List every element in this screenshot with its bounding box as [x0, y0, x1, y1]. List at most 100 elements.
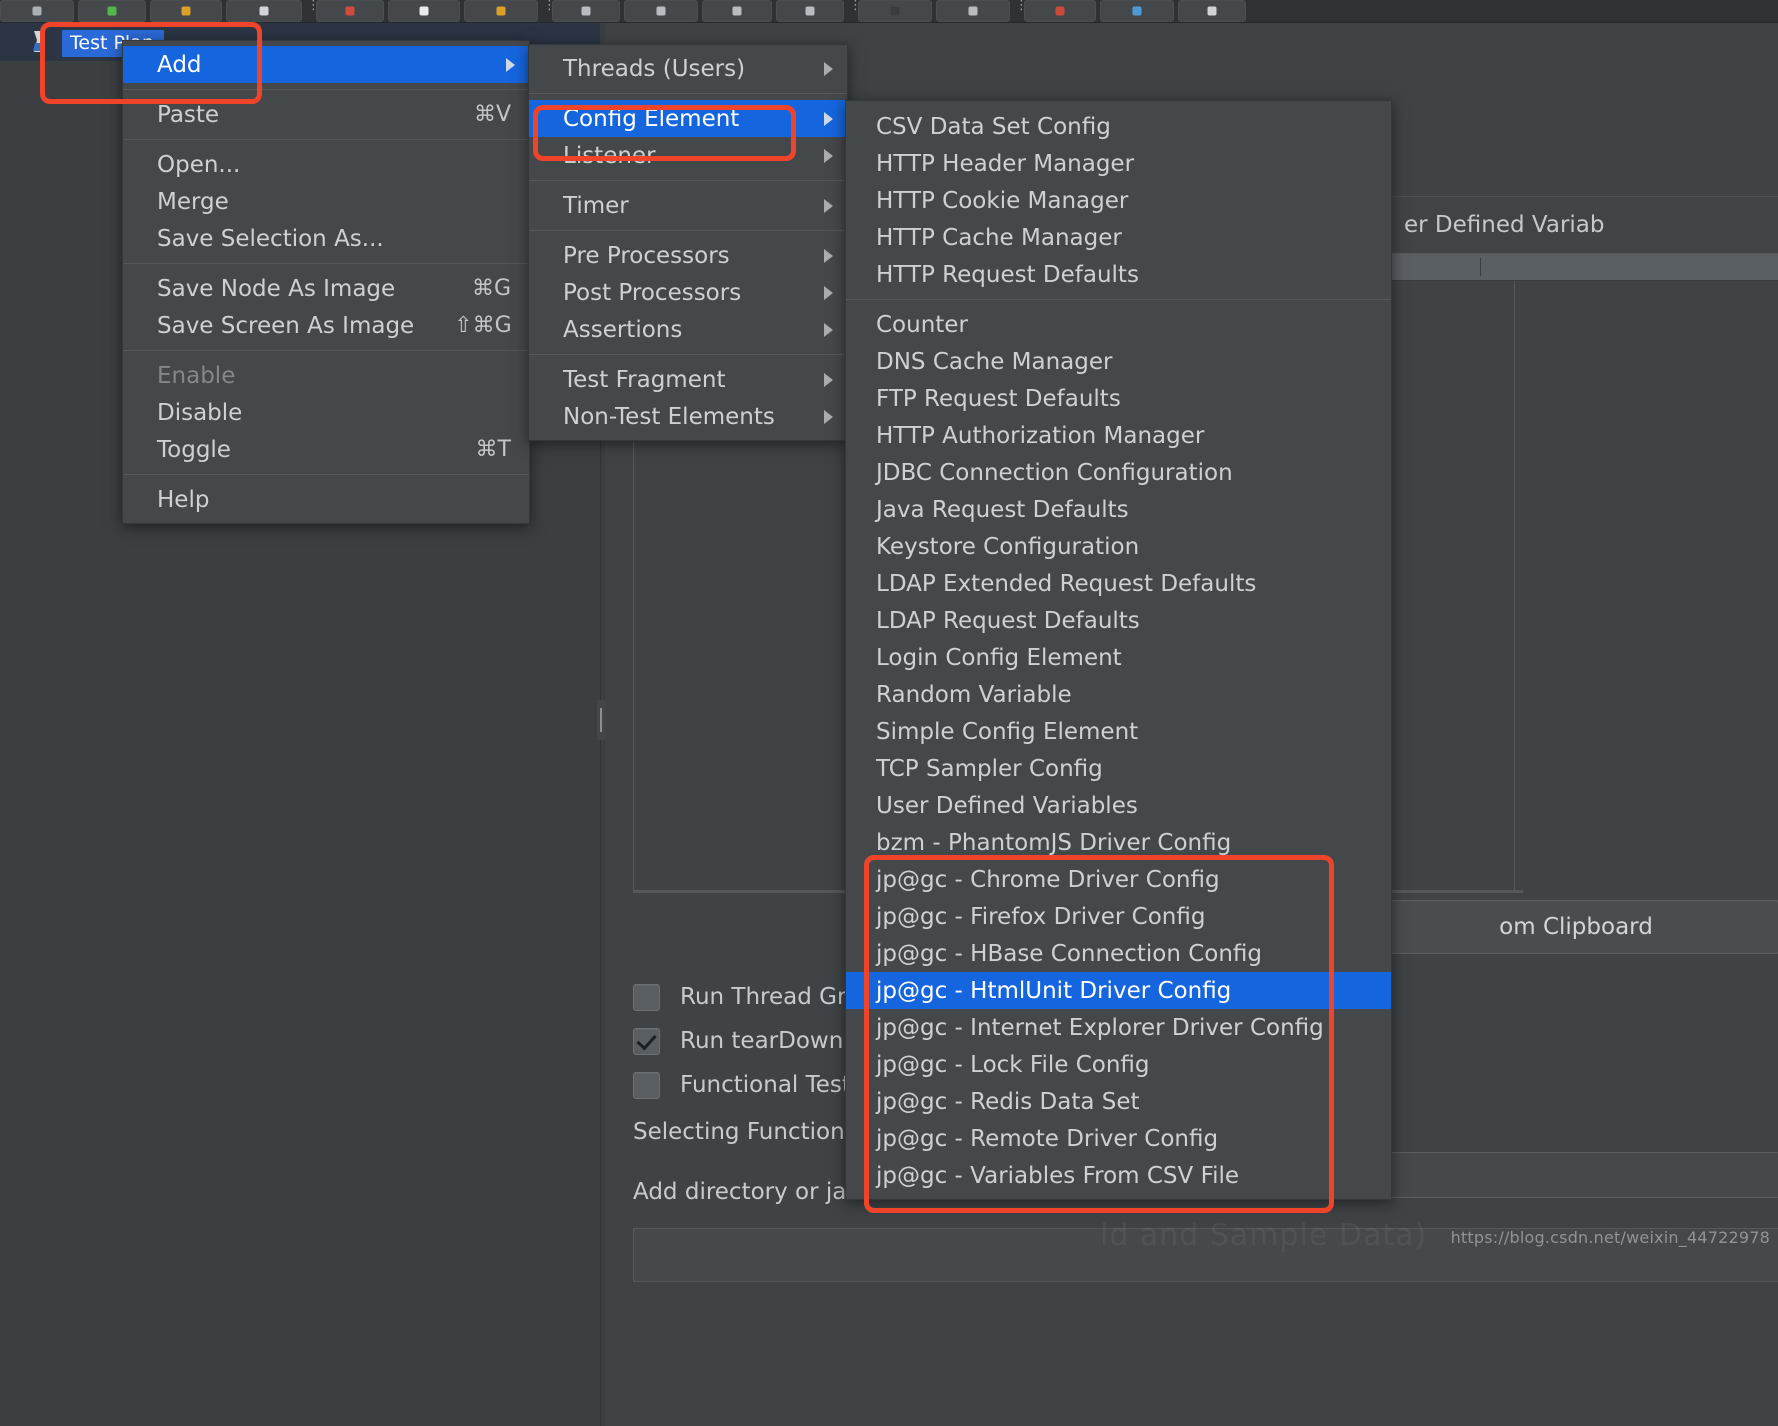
menu-item-listener[interactable]: Listener	[529, 137, 847, 174]
toolbar-reset-search-button[interactable]	[776, 0, 844, 22]
menu-item-bzm-phantomjs-driver-config[interactable]: bzm - PhantomJS Driver Config	[846, 824, 1391, 861]
menu-item-jp-gc-lock-file-config[interactable]: jp@gc - Lock File Config	[846, 1046, 1391, 1083]
menu-item-login-config-element[interactable]: Login Config Element	[846, 639, 1391, 676]
menu-item-save-screen-as-image[interactable]: Save Screen As Image ⇧⌘G	[123, 307, 529, 344]
ghost-watermark-text: ld and Sample Data)	[1100, 1218, 1428, 1253]
toolbar-clear-button[interactable]	[552, 0, 620, 22]
panel-splitter-handle[interactable]	[597, 700, 605, 740]
run-thread-groups-consecutively-checkbox[interactable]	[633, 983, 660, 1011]
menu-item-jp-gc-chrome-driver-config[interactable]: jp@gc - Chrome Driver Config	[846, 861, 1391, 898]
menu-item-ldap-extended-request-defaults[interactable]: LDAP Extended Request Defaults	[846, 565, 1391, 602]
menu-item-save-selection-as[interactable]: Save Selection As...	[123, 220, 529, 257]
menu-item-jp-gc-firefox-driver-config[interactable]: jp@gc - Firefox Driver Config	[846, 898, 1391, 935]
menu-item-pre-processors[interactable]: Pre Processors	[529, 237, 847, 274]
menu-item-config-element[interactable]: Config Element	[529, 100, 847, 137]
add-submenu[interactable]: Threads (Users) Config Element Listener Tim…	[528, 44, 848, 441]
menu-item-ftp-request-defaults[interactable]: FTP Request Defaults	[846, 380, 1391, 417]
menu-item-simple-config-element[interactable]: Simple Config Element	[846, 713, 1391, 750]
menu-item-jp-gc-variables-from-csv-file[interactable]: jp@gc - Variables From CSV File	[846, 1157, 1391, 1194]
menu-item-timer[interactable]: Timer	[529, 187, 847, 224]
menu-item-jp-gc-hbase-connection-config[interactable]: jp@gc - HBase Connection Config	[846, 935, 1391, 972]
toolbar-new-button[interactable]	[0, 0, 74, 22]
open-icon	[181, 6, 191, 16]
menu-item-jp-gc-redis-data-set[interactable]: jp@gc - Redis Data Set	[846, 1083, 1391, 1120]
menu-item-toggle[interactable]: Toggle ⌘T	[123, 431, 529, 468]
menu-item-ldap-request-defaults[interactable]: LDAP Request Defaults	[846, 602, 1391, 639]
menu-item-http-authorization-manager[interactable]: HTTP Authorization Manager	[846, 417, 1391, 454]
menu-item-label: jp@gc - Lock File Config	[876, 1051, 1150, 1078]
browse-field[interactable]	[1372, 1152, 1778, 1198]
menu-item-label: Timer	[563, 192, 629, 219]
menu-item-jdbc-connection-configuration[interactable]: JDBC Connection Configuration	[846, 454, 1391, 491]
menu-item-shortcut: ⌘T	[475, 437, 511, 462]
toolbar-clear-all-button[interactable]	[624, 0, 698, 22]
menu-item-assertions[interactable]: Assertions	[529, 311, 847, 348]
menu-item-label: Toggle	[157, 436, 231, 463]
menu-item-label: DNS Cache Manager	[876, 348, 1113, 375]
toolbar-templates-button[interactable]	[78, 0, 146, 22]
menu-item-http-cache-manager[interactable]: HTTP Cache Manager	[846, 219, 1391, 256]
add-from-clipboard-button[interactable]: om Clipboard	[1372, 900, 1778, 954]
jmeter-logo-icon	[33, 31, 45, 52]
menu-item-label: Save Node As Image	[157, 275, 396, 302]
toolbar-cut-button[interactable]	[316, 0, 384, 22]
toolbar-start-button[interactable]	[858, 0, 932, 22]
menu-item-label: Counter	[876, 311, 968, 338]
toolbar-remote-start-button[interactable]	[1178, 0, 1246, 22]
menu-item-help[interactable]: Help	[123, 481, 529, 518]
menu-item-dns-cache-manager[interactable]: DNS Cache Manager	[846, 343, 1391, 380]
menu-item-add[interactable]: Add	[123, 46, 529, 83]
menu-item-jp-gc-internet-explorer-driver-config[interactable]: jp@gc - Internet Explorer Driver Config	[846, 1009, 1391, 1046]
menu-separator	[529, 354, 847, 355]
menu-item-label: Listener	[563, 142, 656, 169]
menu-item-post-processors[interactable]: Post Processors	[529, 274, 847, 311]
menu-item-disable[interactable]: Disable	[123, 394, 529, 431]
menu-item-jp-gc-htmlunit-driver-config[interactable]: jp@gc - HtmlUnit Driver Config	[846, 972, 1391, 1009]
menu-item-label: Open...	[157, 151, 241, 178]
menu-separator	[123, 474, 529, 475]
menu-item-tcp-sampler-config[interactable]: TCP Sampler Config	[846, 750, 1391, 787]
menu-item-keystore-configuration[interactable]: Keystore Configuration	[846, 528, 1391, 565]
menu-item-csv-data-set-config[interactable]: CSV Data Set Config	[846, 108, 1391, 145]
menu-item-merge[interactable]: Merge	[123, 183, 529, 220]
menu-item-open[interactable]: Open...	[123, 146, 529, 183]
menu-item-random-variable[interactable]: Random Variable	[846, 676, 1391, 713]
menu-item-label: JDBC Connection Configuration	[876, 459, 1233, 486]
submenu-arrow-icon	[824, 248, 833, 263]
toolbar-stop-button[interactable]	[1024, 0, 1096, 22]
menu-item-http-request-defaults[interactable]: HTTP Request Defaults	[846, 256, 1391, 293]
menu-item-label: Keystore Configuration	[876, 533, 1140, 560]
menu-item-label: Enable	[157, 362, 236, 389]
menu-item-http-header-manager[interactable]: HTTP Header Manager	[846, 145, 1391, 182]
menu-item-label: jp@gc - HBase Connection Config	[876, 940, 1263, 967]
toolbar-search-button[interactable]	[702, 0, 772, 22]
menu-item-jp-gc-remote-driver-config[interactable]: jp@gc - Remote Driver Config	[846, 1120, 1391, 1157]
menu-item-user-defined-variables[interactable]: User Defined Variables	[846, 787, 1391, 824]
toolbar-save-button[interactable]	[226, 0, 302, 22]
submenu-arrow-icon	[824, 111, 833, 126]
test-plan-context-menu[interactable]: Add Paste ⌘V Open... Merge Save Selection As.…	[122, 40, 530, 524]
toolbar-shutdown-button[interactable]	[1100, 0, 1174, 22]
variables-table-header	[1390, 254, 1778, 281]
menu-item-non-test-elements[interactable]: Non-Test Elements	[529, 398, 847, 435]
config-element-submenu[interactable]: CSV Data Set Config HTTP Header Manager HT…	[845, 100, 1392, 1200]
menu-item-label: Add	[157, 51, 202, 78]
toolbar-open-button[interactable]	[150, 0, 222, 22]
menu-item-http-cookie-manager[interactable]: HTTP Cookie Manager	[846, 182, 1391, 219]
menu-item-threads-users[interactable]: Threads (Users)	[529, 50, 847, 87]
menu-item-counter[interactable]: Counter	[846, 306, 1391, 343]
menu-item-label: Assertions	[563, 316, 683, 343]
menu-item-java-request-defaults[interactable]: Java Request Defaults	[846, 491, 1391, 528]
menu-item-label: Simple Config Element	[876, 718, 1139, 745]
run-teardown-thread-groups-checkbox[interactable]	[633, 1027, 660, 1055]
menu-item-save-node-as-image[interactable]: Save Node As Image ⌘G	[123, 270, 529, 307]
menu-item-test-fragment[interactable]: Test Fragment	[529, 361, 847, 398]
menu-item-paste[interactable]: Paste ⌘V	[123, 96, 529, 133]
functional-test-mode-checkbox[interactable]	[633, 1071, 660, 1099]
toolbar-start-no-pause-button[interactable]	[936, 0, 1010, 22]
menu-item-enable: Enable	[123, 357, 529, 394]
menu-item-label: HTTP Cache Manager	[876, 224, 1122, 251]
toolbar-paste-button[interactable]	[464, 0, 538, 22]
menu-item-label: FTP Request Defaults	[876, 385, 1121, 412]
toolbar-copy-button[interactable]	[388, 0, 460, 22]
